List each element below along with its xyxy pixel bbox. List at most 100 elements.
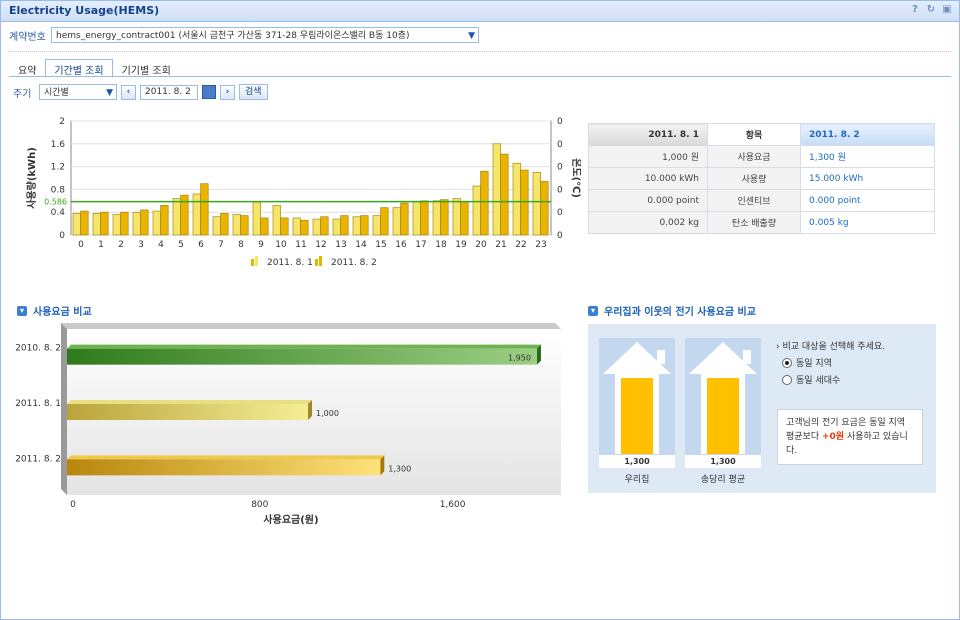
compare-table: 2011. 8. 1 항목 2011. 8. 2 1,000 원 사용요금 1,… (588, 123, 935, 234)
house-icon (689, 342, 757, 454)
search-button[interactable]: 검색 (239, 84, 268, 100)
bar (152, 210, 161, 236)
date-field[interactable]: 2011. 8. 2 (140, 84, 198, 100)
bar (480, 170, 489, 236)
table-cell: 탄소 배출량 (707, 211, 801, 234)
bar (472, 185, 481, 236)
bar (440, 199, 449, 236)
x-tick-label: 4 (158, 240, 164, 250)
x-tick-label: 11 (295, 240, 306, 250)
neighbor-compare-title[interactable]: ▾ 우리집과 이웃의 전기 사용요금 비교 (588, 303, 756, 318)
x-tick-label: 20 (475, 240, 487, 250)
table-header-middle: 항목 (707, 123, 801, 146)
contract-row: 계약번호 hems_energy_contract001 (서울시 금천구 가산… (9, 27, 479, 43)
table-cell: 사용량 (707, 167, 801, 190)
bar (520, 169, 529, 236)
bar (300, 219, 309, 236)
option-label: 동일 세대수 (796, 376, 841, 386)
y-axis-title: 사용량(kWh) (25, 147, 38, 209)
maximize-icon[interactable]: ▣ (941, 4, 953, 16)
house-label: 송당리 평균 (700, 475, 746, 485)
titlebar-tools: ? ↻ ▣ (909, 4, 953, 16)
collapse-icon[interactable]: ▾ (588, 305, 598, 316)
bar (220, 213, 229, 236)
radio-button[interactable] (782, 374, 792, 385)
bar (532, 171, 541, 236)
contract-select[interactable]: hems_energy_contract001 (서울시 금천구 가산동 371… (51, 27, 479, 43)
x-tick-label: 14 (355, 240, 367, 250)
bar (120, 211, 129, 236)
house-value: 1,300 (599, 455, 675, 468)
fee-compare-title[interactable]: ▾ 사용요금 비교 (17, 303, 92, 318)
x-tick-label: 0 (78, 240, 84, 250)
table-cell: 0.000 point (800, 189, 935, 212)
x-tick-label: 10 (275, 240, 287, 250)
hems-window: Electricity Usage(HEMS) ? ↻ ▣ 계약번호 hems_… (0, 0, 960, 620)
legend-item: 2011. 8. 1 (251, 256, 313, 268)
y-tick-label: 2011. 8. 1 (15, 399, 61, 409)
plot-top-edge (61, 323, 561, 329)
bar (92, 213, 101, 236)
divider (9, 51, 951, 52)
next-date-button[interactable]: › (220, 84, 235, 100)
table-cell: 인센티브 (707, 189, 801, 212)
y-tick-label: 0.4 (51, 208, 66, 218)
y-tick-label: 2010. 8. 2 (15, 344, 61, 354)
y2-tick-label: 0 (557, 140, 563, 150)
bar (292, 217, 301, 236)
y-tick-label: 0.8 (51, 185, 66, 195)
contract-select-value: hems_energy_contract001 (서울시 금천구 가산동 371… (56, 31, 410, 41)
bar (460, 201, 469, 236)
table-row: 10.000 kWh 사용량 15.000 kWh (588, 167, 935, 190)
legend-label: 2011. 8. 2 (331, 258, 377, 268)
bar (260, 217, 269, 236)
bar (160, 205, 169, 236)
radio-button[interactable] (782, 357, 792, 368)
compare-options: › 비교 대상을 선택해 주세요. 동일 지역 동일 세대수 (776, 339, 885, 386)
collapse-icon[interactable]: ▾ (17, 305, 27, 316)
option-same-household[interactable]: 동일 세대수 (782, 373, 885, 386)
x-tick-label: 6 (198, 240, 204, 250)
x-tick-label: 22 (515, 240, 526, 250)
period-select[interactable]: 시간별 ▼ (39, 84, 117, 100)
bar (172, 198, 181, 236)
table-cell: 0.002 kg (588, 211, 708, 234)
house-average: 1,300 송당리 평균 (685, 338, 761, 485)
fee-chart: 1,950 1,000 1,300 2010. 8. 2 2011. 8. 1 2011… (15, 323, 561, 526)
bar (272, 205, 281, 236)
table-cell: 0.005 kg (800, 211, 935, 234)
help-icon[interactable]: ? (909, 4, 921, 16)
chevron-down-icon: ▼ (468, 31, 475, 41)
calendar-icon[interactable] (202, 85, 216, 99)
compare-message: 고객님의 전기 요금은 동일 지역 평균보다 +0원 사용하고 있습니다. (777, 409, 923, 465)
bar (380, 207, 389, 236)
y-tick-label: 0 (59, 231, 65, 241)
bar (252, 201, 261, 236)
y-tick-label: 2 (59, 117, 65, 127)
bar (372, 215, 381, 236)
x-tick-label: 3 (138, 240, 144, 250)
x-tick-label: 1,600 (440, 500, 466, 510)
x-tick-label: 12 (315, 240, 326, 250)
table-cell: 15.000 kWh (800, 167, 935, 190)
y2-tick-label: 0 (557, 117, 563, 127)
bar (112, 214, 121, 236)
chevron-down-icon: ▼ (106, 88, 113, 98)
y2-tick-label: 0 (557, 185, 563, 195)
house-icon (603, 342, 671, 454)
prev-date-button[interactable]: ‹ (121, 84, 136, 100)
bar (432, 200, 441, 236)
table-row: 0.002 kg 탄소 배출량 0.005 kg (588, 211, 935, 234)
period-select-value: 시간별 (44, 88, 69, 98)
bar (392, 207, 401, 236)
legend-item: 2011. 8. 2 (315, 256, 377, 268)
x-tick-label: 21 (495, 240, 506, 250)
bar (352, 216, 361, 236)
option-same-region[interactable]: 동일 지역 (782, 356, 885, 369)
refresh-icon[interactable]: ↻ (925, 4, 937, 16)
house-ours: 1,300 우리집 (599, 338, 675, 485)
bar (192, 193, 201, 236)
house-label: 우리집 (624, 475, 650, 485)
y-tick-label: 1.6 (51, 140, 66, 150)
bar (492, 143, 501, 236)
